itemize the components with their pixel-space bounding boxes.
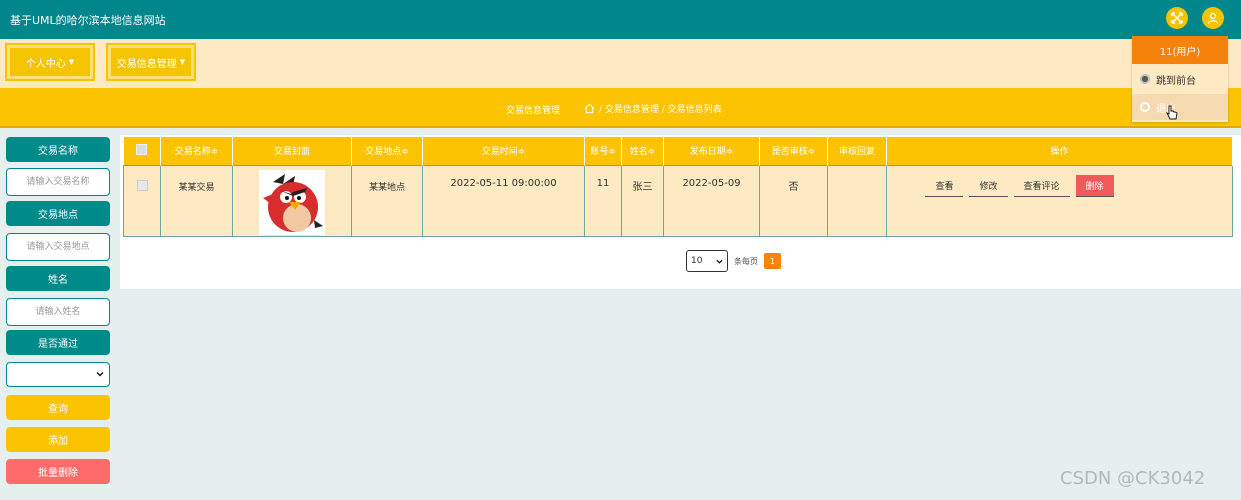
- menu-item-to-frontend-label: 跳到前台: [1156, 75, 1196, 87]
- trade-table: 交易名称≑ 交易封面 交易地点≑ 交易时间≑ 账号≑ 姓名≑ 发布日期≑ 是否审…: [123, 137, 1233, 237]
- nav-trade-info-mgmt[interactable]: 交易信息管理 ▼: [108, 45, 194, 79]
- breadcrumb: / 交易信息管理 / 交易信息列表: [584, 102, 722, 115]
- col-name[interactable]: 姓名≑: [621, 137, 664, 165]
- row-actions: 查看 修改 查看评论 删除: [807, 174, 1232, 197]
- breadcrumb-path: / 交易信息管理 / 交易信息列表: [599, 105, 722, 115]
- col-trade-cover: 交易封面: [232, 137, 352, 165]
- fullscreen-icon: [1171, 12, 1183, 24]
- page-size-select[interactable]: 10: [686, 250, 728, 272]
- caret-down-icon: ▼: [179, 58, 186, 66]
- per-page-label: 条每页: [734, 256, 758, 266]
- mouse-cursor-icon: [1166, 105, 1178, 120]
- nav-personal-center-label: 个人中心: [25, 58, 66, 70]
- row-checkbox[interactable]: [136, 179, 148, 191]
- radio-dot-icon: [1140, 74, 1150, 84]
- nav-personal-center[interactable]: 个人中心 ▼: [7, 45, 93, 79]
- select-all-header: [123, 137, 161, 165]
- trade-place-input[interactable]: [6, 233, 110, 261]
- name-label: 姓名: [6, 266, 110, 291]
- col-reviewed[interactable]: 是否审核≑: [759, 137, 828, 165]
- table-header-row: 交易名称≑ 交易封面 交易地点≑ 交易时间≑ 账号≑ 姓名≑ 发布日期≑ 是否审…: [123, 137, 1233, 165]
- menu-item-to-frontend[interactable]: 跳到前台: [1132, 66, 1228, 92]
- trade-cover-image[interactable]: [259, 169, 325, 235]
- cell-account: 11: [584, 164, 622, 237]
- col-trade-time[interactable]: 交易时间≑: [422, 137, 585, 165]
- trade-place-label: 交易地点: [6, 201, 110, 226]
- cell-trade-place: 某某地点: [351, 164, 423, 237]
- trade-name-input[interactable]: [6, 168, 110, 196]
- home-icon[interactable]: [584, 103, 595, 114]
- query-button[interactable]: 查询: [6, 395, 110, 420]
- chevron-down-icon: [716, 259, 723, 264]
- nav-bar: 个人中心 ▼ 交易信息管理 ▼: [0, 39, 1241, 88]
- cell-publish-date: 2022-05-09: [663, 164, 760, 237]
- user-menu-title: 11(用户): [1132, 36, 1228, 64]
- trade-name-label: 交易名称: [6, 137, 110, 162]
- col-trade-place[interactable]: 交易地点≑: [351, 137, 423, 165]
- caret-down-icon: ▼: [68, 58, 75, 66]
- cell-trade-time: 2022-05-11 09:00:00: [422, 164, 585, 237]
- col-account[interactable]: 账号≑: [584, 137, 622, 165]
- select-all-checkbox[interactable]: [136, 143, 148, 155]
- col-review-reply: 审核回复: [827, 137, 887, 165]
- watermark: CSDN @CK3042: [1060, 468, 1206, 489]
- passed-label: 是否通过: [6, 330, 110, 355]
- chevron-down-icon: [96, 372, 104, 377]
- cell-actions: 查看 修改 查看评论 删除: [886, 164, 1233, 237]
- user-icon: [1207, 12, 1219, 24]
- add-button[interactable]: 添加: [6, 427, 110, 452]
- col-trade-name[interactable]: 交易名称≑: [160, 137, 233, 165]
- page-number-button[interactable]: 1: [764, 253, 781, 269]
- edit-button[interactable]: 修改: [969, 174, 1008, 197]
- pagination: 10 条每页 1: [686, 250, 781, 272]
- page-title: 交易信息管理: [506, 106, 561, 116]
- delete-button[interactable]: 删除: [1075, 174, 1114, 197]
- table-row: 某某交易 某某地点 2022-05-11 09:00:00 11 张三 2022…: [123, 164, 1233, 237]
- cell-trade-cover: [232, 164, 352, 237]
- row-select-cell: [123, 164, 161, 237]
- view-button[interactable]: 查看: [925, 174, 964, 197]
- fullscreen-button[interactable]: [1166, 7, 1188, 29]
- site-title: 基于UML的哈尔滨本地信息网站: [10, 14, 166, 27]
- cell-name: 张三: [621, 164, 664, 237]
- view-comments-button[interactable]: 查看评论: [1013, 174, 1070, 197]
- user-dropdown-menu: 11(用户) 跳到前台 退出: [1132, 36, 1228, 122]
- col-publish-date[interactable]: 发布日期≑: [663, 137, 760, 165]
- cell-trade-name: 某某交易: [160, 164, 233, 237]
- nav-trade-info-mgmt-label: 交易信息管理: [116, 58, 177, 70]
- batch-delete-button[interactable]: 批量删除: [6, 459, 110, 484]
- passed-select[interactable]: [6, 362, 110, 387]
- top-header: 基于UML的哈尔滨本地信息网站: [0, 0, 1241, 39]
- col-actions: 操作: [886, 137, 1233, 165]
- page-size-value: 10: [691, 256, 703, 266]
- name-input[interactable]: [6, 298, 110, 326]
- menu-item-logout[interactable]: 退出: [1132, 94, 1228, 120]
- radio-dot-icon: [1140, 102, 1150, 112]
- breadcrumb-bar: 交易信息管理 / 交易信息管理 / 交易信息列表: [0, 88, 1241, 128]
- main-content: 交易名称≑ 交易封面 交易地点≑ 交易时间≑ 账号≑ 姓名≑ 发布日期≑ 是否审…: [120, 135, 1241, 289]
- user-avatar-button[interactable]: [1202, 7, 1224, 29]
